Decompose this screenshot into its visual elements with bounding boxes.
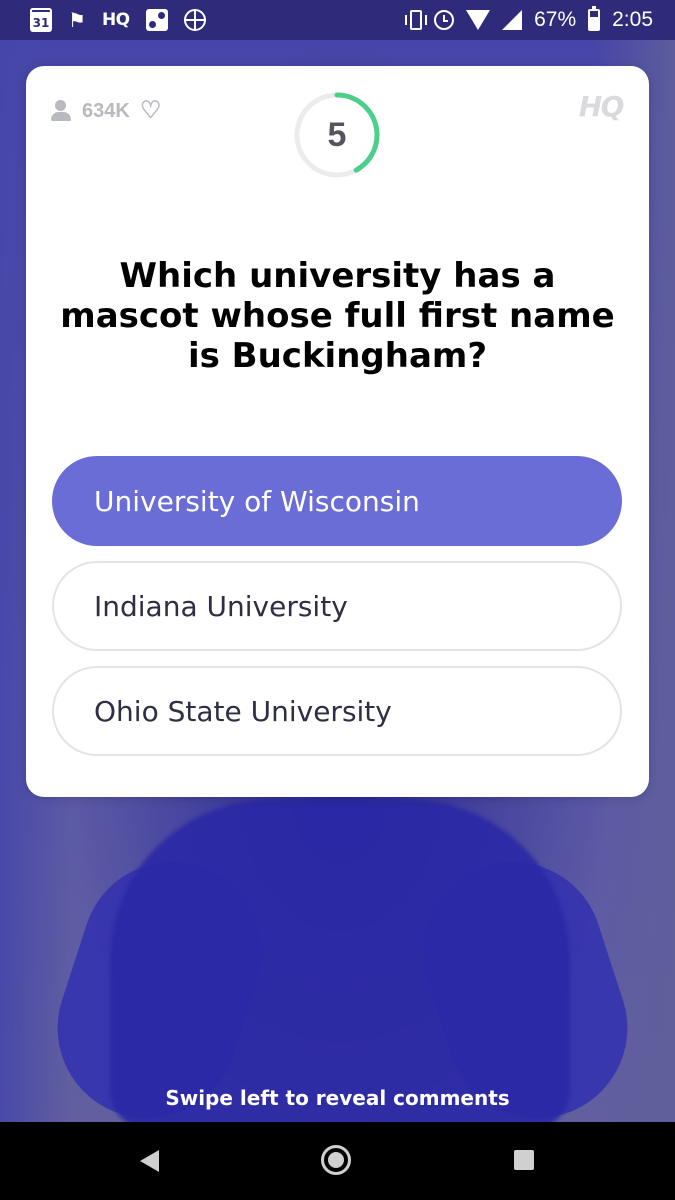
status-bar: 31 ⚑ HQ 67% 2:05 [0, 0, 675, 40]
answer-option-3[interactable]: Ohio State University [52, 666, 622, 756]
vibrate-icon [405, 10, 428, 30]
viewer-count: 634K ♡ [50, 99, 161, 123]
swipe-hint: Swipe left to reveal comments [165, 1086, 510, 1110]
hq-logo: HQ [578, 90, 625, 123]
recent-apps-icon[interactable] [514, 1150, 534, 1170]
back-icon[interactable] [140, 1150, 159, 1172]
status-bar-notifications: 31 ⚑ HQ [30, 8, 206, 32]
calendar-icon: 31 [30, 8, 52, 32]
basketball-icon [183, 9, 206, 31]
wifi-icon [466, 10, 491, 30]
heart-icon[interactable]: ♡ [140, 99, 162, 123]
hq-icon: HQ [101, 10, 130, 30]
host-figure [110, 800, 570, 1130]
answer-option-label: University of Wisconsin [94, 484, 420, 518]
battery-percent: 67% [534, 8, 577, 31]
alarm-icon [434, 10, 455, 30]
answer-option-label: Indiana University [94, 589, 348, 623]
person-icon [50, 100, 72, 122]
question-card: 634K ♡ 5 HQ Which university has a masco… [26, 66, 649, 797]
signal-icon [502, 10, 523, 30]
clock-time: 2:05 [612, 8, 653, 31]
answer-option-2[interactable]: Indiana University [52, 561, 622, 651]
flag-icon: ⚑ [68, 8, 86, 32]
timer-value: 5 [327, 115, 347, 154]
battery-icon [588, 6, 601, 31]
question-text: Which university has a mascot whose full… [60, 256, 615, 376]
countdown-timer: 5 [292, 90, 382, 180]
answer-option-1[interactable]: University of Wisconsin [52, 456, 622, 546]
answer-option-label: Ohio State University [94, 694, 392, 728]
calendar-day: 31 [32, 16, 50, 30]
viewer-count-value: 634K [82, 99, 130, 122]
navigation-bar [0, 1122, 675, 1200]
home-icon[interactable] [321, 1145, 351, 1175]
status-bar-system: 67% 2:05 [405, 6, 653, 32]
dice-icon [145, 9, 168, 31]
